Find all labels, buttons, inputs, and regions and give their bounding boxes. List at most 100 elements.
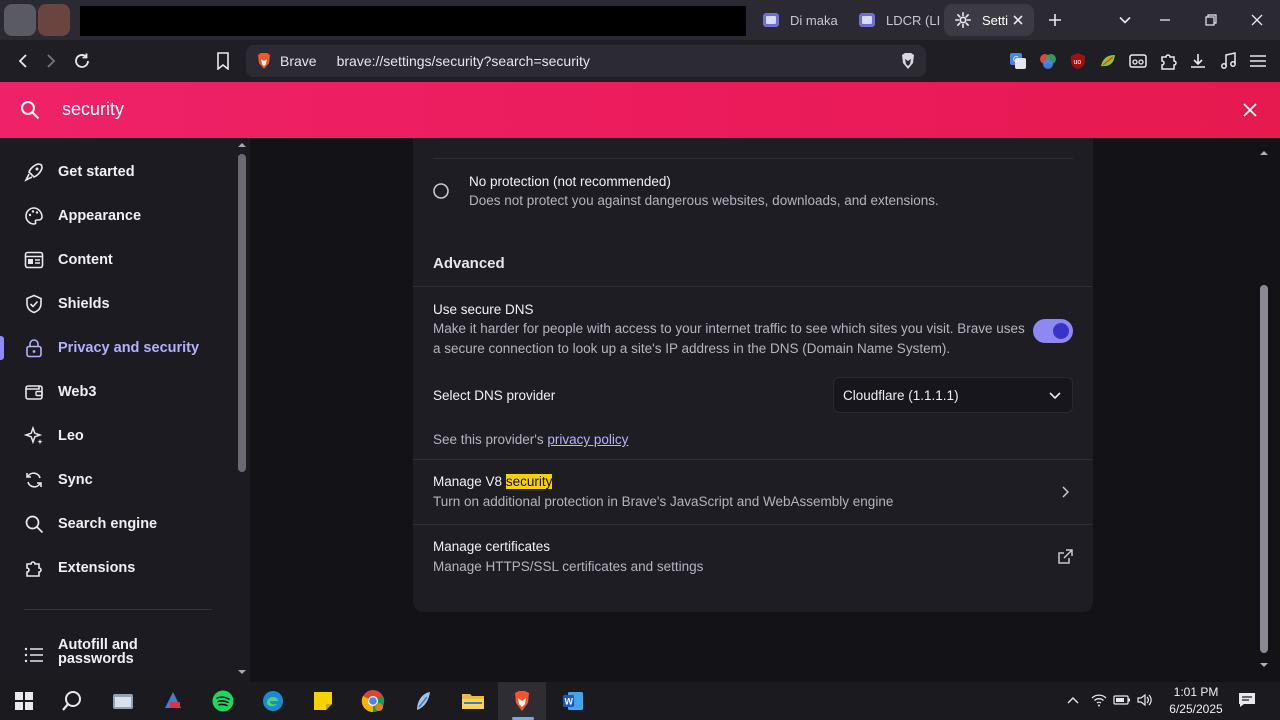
taskbar-clock[interactable]: 1:01 PM 6/25/2025 [1160,684,1232,718]
main-scroll-thumb[interactable] [1260,285,1268,653]
close-window-button[interactable] [1234,0,1280,40]
color-picker-extension-icon[interactable] [1038,51,1058,71]
sidebar-item-web3[interactable]: Web3 [0,372,232,412]
manage-certificates-description: Manage HTTPS/SSL certificates and settin… [433,559,704,574]
minimize-button[interactable] [1142,0,1188,40]
forward-button[interactable] [36,46,66,76]
brave-shields-button[interactable] [893,46,923,76]
sidebar-item-search-engine[interactable]: Search engine [0,504,232,544]
search-highlight: security [505,474,553,489]
no-protection-radio[interactable] [432,182,450,200]
sidebar-scrollbar[interactable] [234,138,250,682]
brave-lion-icon [515,691,529,711]
sidebar-divider [24,609,212,610]
taskbar-app[interactable] [153,686,193,716]
no-protection-description: Does not protect you against dangerous w… [469,193,939,208]
sidebar-item-content[interactable]: Content [0,240,232,280]
search-icon [21,101,40,120]
provider-policy-prefix: See this provider's [433,432,548,447]
new-tab-button[interactable] [1032,0,1078,40]
scroll-up-arrow-icon[interactable] [237,142,247,148]
external-link-icon [1058,549,1073,564]
main-scrollbar[interactable] [1254,138,1276,682]
secure-dns-toggle[interactable] [1033,319,1073,343]
manage-v8-title-prefix: Manage V8 [433,474,506,489]
tab-group-thumbnail[interactable] [38,4,70,36]
battery-icon[interactable] [1113,694,1131,706]
puzzle-icon [26,561,42,577]
start-button[interactable] [4,686,44,716]
extension-leaf-icon[interactable] [1098,51,1118,71]
taskbar-edge[interactable] [253,686,293,716]
dns-provider-select[interactable]: Cloudflare (1.1.1.1) [833,377,1073,413]
wifi-icon[interactable] [1091,693,1107,707]
menu-hamburger-icon[interactable] [1248,51,1268,71]
restore-button[interactable] [1188,0,1234,40]
taskbar-word[interactable]: W [553,686,593,716]
address-bar[interactable]: Brave brave://settings/security?search=s… [246,45,926,77]
gear-icon [954,11,972,29]
minimize-icon [1160,19,1170,21]
tray-overflow-chevron-icon[interactable] [1067,696,1079,704]
sidebar-item-label: Shields [58,296,110,312]
taskbar-search-button[interactable] [52,686,92,716]
word-icon: W [563,692,583,710]
privacy-policy-link[interactable]: privacy policy [547,432,628,447]
translate-extension-icon[interactable]: G [1008,51,1028,71]
scroll-down-arrow-icon[interactable] [237,669,247,675]
site-favicon-icon [859,13,875,27]
app-icon [165,692,181,708]
tab-settings[interactable]: Setti [944,4,1034,36]
tab-ldcr[interactable]: LDCR (LI [848,4,940,36]
chrome-icon [361,690,385,713]
sidebar-item-autofill-and-passwords[interactable]: Autofill and passwords [0,634,232,676]
reader-mode-icon[interactable] [1128,51,1148,71]
sidebar-scroll-thumb[interactable] [238,154,246,472]
content-icon [24,251,44,269]
tab-strip: Di maka LDCR (LI Setti [0,0,1280,40]
folder-icon [462,694,484,709]
sidebar-item-sync[interactable]: Sync [0,460,232,500]
taskbar-app-window[interactable] [103,686,143,716]
downloads-icon[interactable] [1188,51,1208,71]
sidebar-item-extensions[interactable]: Extensions [0,548,232,588]
secure-dns-description: Make it harder for people with access to… [433,321,1025,356]
scroll-down-arrow-icon[interactable] [1259,662,1269,668]
rocket-icon [24,163,43,182]
tab-label: Di maka [790,12,838,28]
taskbar-app-feather[interactable] [403,686,443,716]
brave-shield-icon [902,53,914,69]
taskbar-brave[interactable] [502,686,542,716]
tab-di-maka[interactable]: Di maka [752,4,844,36]
scroll-up-arrow-icon[interactable] [1259,150,1269,156]
clear-search-icon[interactable] [1243,103,1257,117]
notifications-icon[interactable] [1238,691,1256,709]
reload-button[interactable] [67,46,97,76]
taskbar-sticky-notes[interactable] [303,686,343,716]
sidebar-item-leo[interactable]: Leo [0,416,232,456]
manage-v8-description: Turn on additional protection in Brave's… [433,494,894,509]
sidebar-item-appearance[interactable]: Appearance [0,196,232,236]
tab-group-thumbnail[interactable] [4,4,36,36]
arrow-left-icon [18,54,27,68]
url-text[interactable]: brave://settings/security?search=securit… [337,53,590,69]
redacted-tab-area [80,6,746,36]
manage-v8-security-row[interactable]: Manage V8 security Turn on additional pr… [413,460,1093,524]
taskbar-file-explorer[interactable] [453,686,493,716]
bookmark-button[interactable] [208,46,238,76]
close-tab-icon[interactable] [1012,14,1024,26]
taskbar-spotify[interactable] [203,686,243,716]
taskbar-chrome[interactable] [353,686,393,716]
extensions-puzzle-icon[interactable] [1158,51,1178,71]
media-controls-icon[interactable] [1218,51,1238,71]
manage-v8-title: Manage V8 security [433,474,553,489]
search-input[interactable]: security [62,99,124,120]
sidebar-item-get-started[interactable]: Get started [0,152,232,192]
manage-certificates-row[interactable]: Manage certificates Manage HTTPS/SSL cer… [413,525,1093,589]
back-button[interactable] [8,46,38,76]
ublock-extension-icon[interactable]: uo [1068,51,1088,71]
sidebar-item-shields[interactable]: Shields [0,284,232,324]
volume-icon[interactable] [1137,693,1153,707]
edge-icon [263,691,283,711]
sidebar-item-privacy-and-security[interactable]: Privacy and security [0,328,232,368]
